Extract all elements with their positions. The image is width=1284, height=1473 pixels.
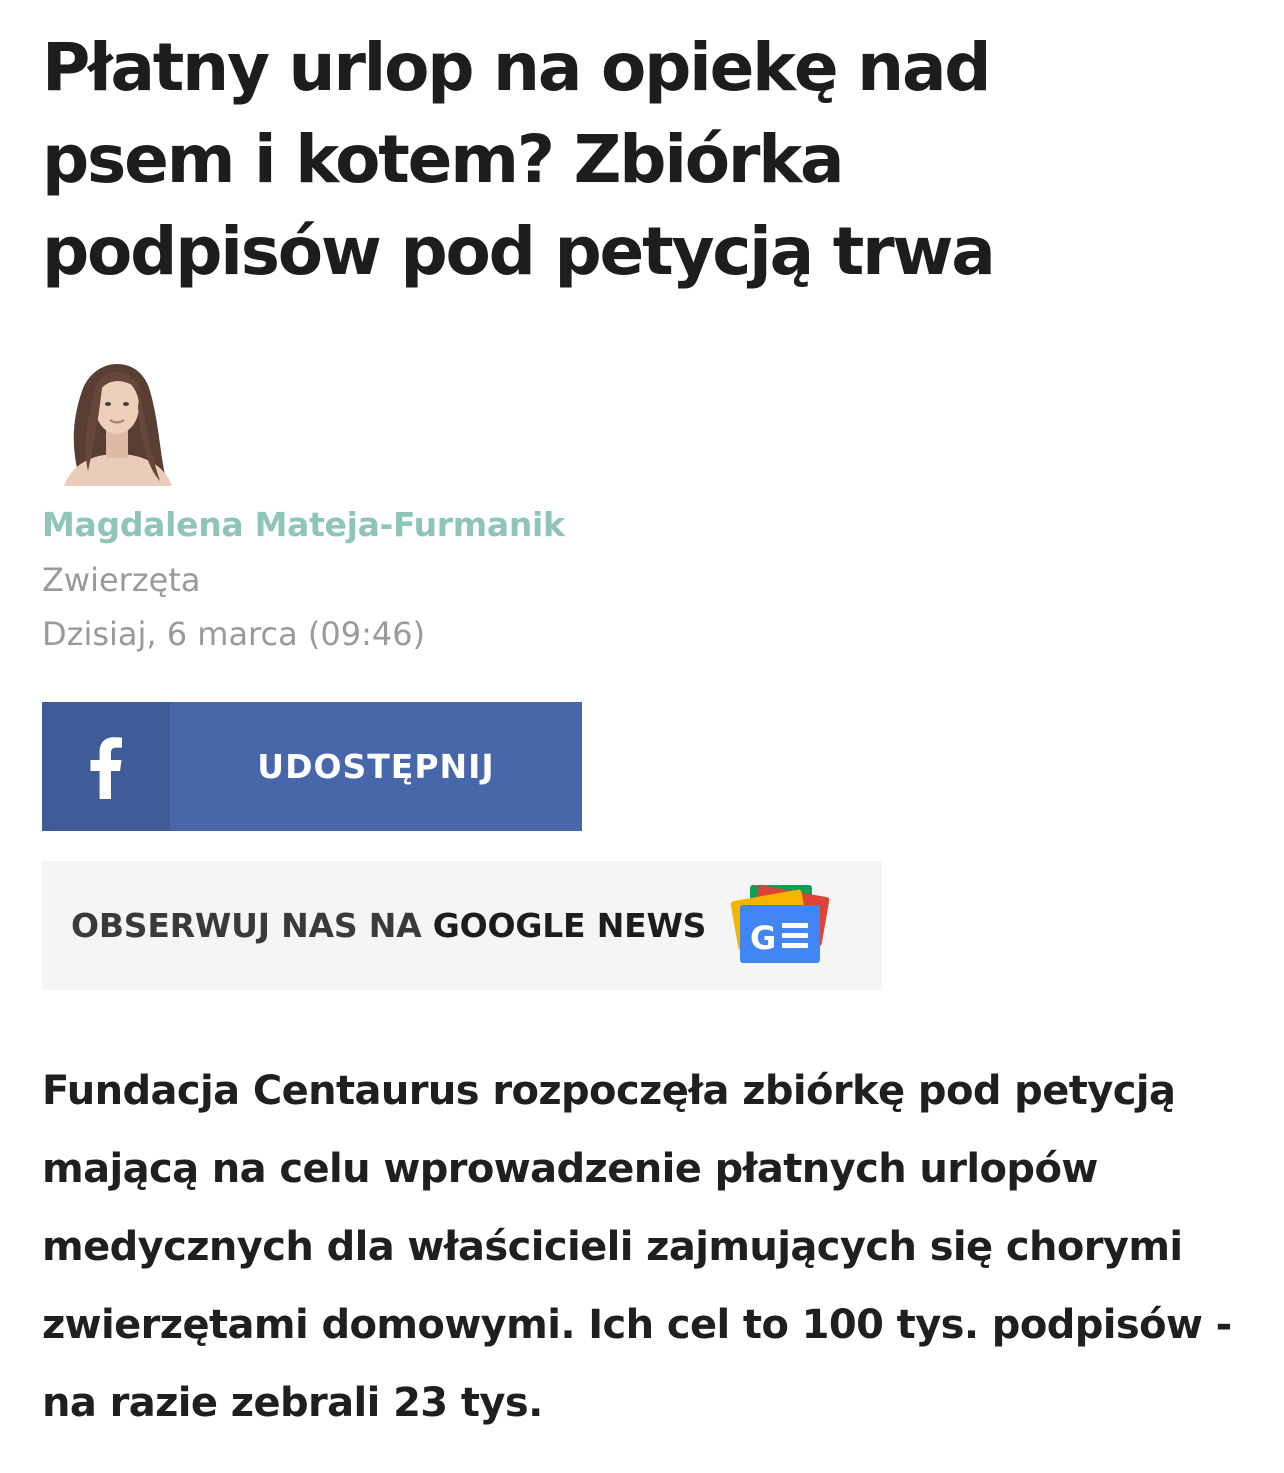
- article-title: Płatny urlop na opiekę nad psem i kotem?…: [42, 29, 996, 290]
- google-news-text: OBSERWUJ NAS NA GOOGLE NEWS: [71, 906, 706, 945]
- facebook-share-button[interactable]: UDOSTĘPNIJ: [42, 702, 582, 831]
- author-name-link[interactable]: Magdalena Mateja-Furmanik: [42, 500, 565, 550]
- publish-date: Dzisiaj, 6 marca (09:46): [42, 615, 426, 653]
- article-lead: Fundacja Centaurus rozpoczęła zbiórkę po…: [42, 1068, 1232, 1426]
- facebook-icon: [90, 736, 122, 799]
- author-avatar[interactable]: [42, 336, 192, 486]
- facebook-icon-box: [42, 702, 170, 831]
- article-category[interactable]: Zwierzęta: [42, 555, 200, 605]
- facebook-share-label: UDOSTĘPNIJ: [257, 747, 495, 786]
- google-news-prefix: OBSERWUJ NAS NA: [71, 906, 433, 945]
- google-news-follow-banner[interactable]: OBSERWUJ NAS NA GOOGLE NEWS G: [42, 861, 882, 990]
- google-news-icon: G: [730, 884, 830, 963]
- google-news-brand: GOOGLE NEWS: [432, 906, 707, 945]
- author-portrait-image: [42, 336, 192, 486]
- svg-text:G: G: [750, 919, 776, 957]
